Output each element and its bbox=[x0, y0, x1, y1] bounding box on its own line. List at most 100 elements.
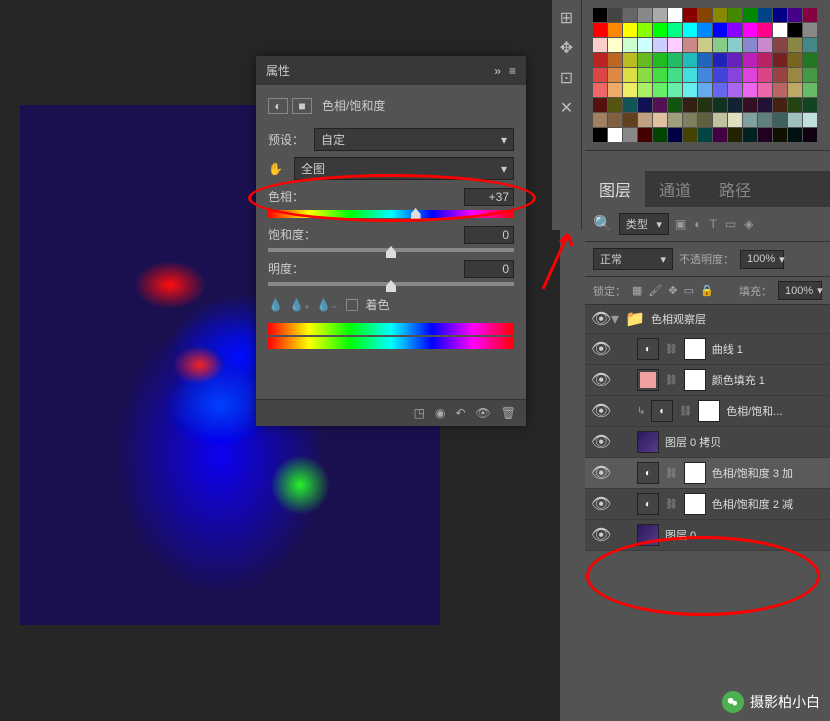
swatch[interactable] bbox=[773, 8, 787, 22]
swatch[interactable] bbox=[593, 53, 607, 67]
swatch[interactable] bbox=[758, 83, 772, 97]
swatch[interactable] bbox=[608, 23, 622, 37]
swatch[interactable] bbox=[698, 23, 712, 37]
visibility-icon[interactable]: 👁 bbox=[591, 432, 605, 452]
swatch[interactable] bbox=[593, 98, 607, 112]
swatch[interactable] bbox=[653, 38, 667, 52]
hue-range-bars[interactable] bbox=[268, 323, 514, 349]
swatch[interactable] bbox=[623, 113, 637, 127]
channel-dropdown[interactable]: 全图▾ bbox=[294, 157, 514, 180]
swatch[interactable] bbox=[683, 53, 697, 67]
swatch[interactable] bbox=[743, 113, 757, 127]
swatch[interactable] bbox=[623, 8, 637, 22]
swatch[interactable] bbox=[803, 53, 817, 67]
swatch[interactable] bbox=[668, 23, 682, 37]
swatch[interactable] bbox=[683, 68, 697, 82]
swatch[interactable] bbox=[713, 53, 727, 67]
adjustment-icon[interactable]: ◐ bbox=[268, 98, 288, 114]
swatch[interactable] bbox=[728, 128, 742, 142]
swatch[interactable] bbox=[788, 128, 802, 142]
swatch[interactable] bbox=[593, 38, 607, 52]
swatch[interactable] bbox=[773, 98, 787, 112]
swatch[interactable] bbox=[668, 113, 682, 127]
search-icon[interactable]: 🔍 bbox=[593, 214, 613, 234]
swatch[interactable] bbox=[713, 83, 727, 97]
swatch[interactable] bbox=[593, 113, 607, 127]
swatch[interactable] bbox=[623, 83, 637, 97]
swatch[interactable] bbox=[638, 53, 652, 67]
swatch[interactable] bbox=[803, 38, 817, 52]
filter-type-icon[interactable]: T bbox=[710, 217, 717, 231]
swatch[interactable] bbox=[653, 23, 667, 37]
swatch[interactable] bbox=[623, 53, 637, 67]
swatch[interactable] bbox=[668, 98, 682, 112]
swatch[interactable] bbox=[743, 68, 757, 82]
lock-position-icon[interactable]: ✥ bbox=[668, 284, 677, 297]
visibility-icon[interactable]: 👁 bbox=[591, 401, 605, 421]
lock-artboard-icon[interactable]: ▭ bbox=[684, 284, 694, 297]
swatch[interactable] bbox=[668, 38, 682, 52]
layer-name[interactable]: 色相观察层 bbox=[651, 311, 706, 327]
lock-all-icon[interactable]: 🔒 bbox=[700, 284, 714, 297]
layer-name[interactable]: 图层 0 拷贝 bbox=[665, 434, 721, 450]
swatch[interactable] bbox=[773, 68, 787, 82]
visibility-icon[interactable]: 👁 bbox=[591, 463, 605, 483]
tab-layers[interactable]: 图层 bbox=[585, 171, 645, 207]
tab-paths[interactable]: 路径 bbox=[705, 171, 765, 207]
swatch[interactable] bbox=[683, 38, 697, 52]
swatch[interactable] bbox=[803, 83, 817, 97]
swatch[interactable] bbox=[593, 68, 607, 82]
visibility-icon[interactable]: 👁 bbox=[591, 309, 605, 329]
panel-menu-icon[interactable]: ≡ bbox=[509, 64, 516, 78]
lightness-value[interactable]: 0 bbox=[464, 260, 514, 278]
layer-name[interactable]: 颜色填充 1 bbox=[712, 372, 765, 388]
swatch[interactable] bbox=[728, 8, 742, 22]
swatch[interactable] bbox=[683, 113, 697, 127]
swatch[interactable] bbox=[773, 23, 787, 37]
swatch[interactable] bbox=[773, 113, 787, 127]
swatch[interactable] bbox=[698, 83, 712, 97]
swatch[interactable] bbox=[593, 128, 607, 142]
swatch[interactable] bbox=[638, 23, 652, 37]
swatch[interactable] bbox=[638, 8, 652, 22]
swatch[interactable] bbox=[668, 68, 682, 82]
swatch[interactable] bbox=[593, 83, 607, 97]
swatch[interactable] bbox=[653, 128, 667, 142]
swatch[interactable] bbox=[758, 8, 772, 22]
layer-row[interactable]: 👁⛓颜色填充 1 bbox=[585, 365, 830, 396]
swatch[interactable] bbox=[758, 38, 772, 52]
swatch[interactable] bbox=[698, 113, 712, 127]
reset-icon[interactable]: ↶ bbox=[455, 406, 465, 420]
swatch[interactable] bbox=[608, 98, 622, 112]
swatch[interactable] bbox=[788, 38, 802, 52]
chevron-down-icon[interactable]: ▾ bbox=[611, 309, 619, 329]
lightness-slider[interactable] bbox=[268, 282, 514, 286]
move-icon[interactable]: ✥ bbox=[560, 38, 573, 58]
layer-name[interactable]: 曲线 1 bbox=[712, 341, 743, 357]
layer-row[interactable]: 👁◐⛓色相/饱和度 3 加 bbox=[585, 458, 830, 489]
swatch[interactable] bbox=[728, 113, 742, 127]
layer-row[interactable]: 👁 图层 0 拷贝 bbox=[585, 427, 830, 458]
swatch[interactable] bbox=[773, 38, 787, 52]
swatch[interactable] bbox=[803, 8, 817, 22]
swatch[interactable] bbox=[698, 8, 712, 22]
swatch[interactable] bbox=[803, 128, 817, 142]
eyedropper-icon[interactable]: 💧 bbox=[268, 298, 283, 312]
layer-name[interactable]: 图层 0 bbox=[665, 527, 696, 543]
swatch[interactable] bbox=[743, 98, 757, 112]
visibility-icon[interactable]: 👁 bbox=[591, 339, 605, 359]
colorize-checkbox[interactable] bbox=[346, 299, 358, 311]
swatch[interactable] bbox=[683, 8, 697, 22]
swatch[interactable] bbox=[653, 53, 667, 67]
swatch[interactable] bbox=[728, 53, 742, 67]
swatch[interactable] bbox=[698, 98, 712, 112]
visibility-icon[interactable]: 👁 bbox=[591, 370, 605, 390]
layer-row[interactable]: 👁 图层 0 bbox=[585, 520, 830, 551]
swatch[interactable] bbox=[773, 128, 787, 142]
swatch[interactable] bbox=[608, 8, 622, 22]
swatch[interactable] bbox=[623, 38, 637, 52]
swatch[interactable] bbox=[683, 128, 697, 142]
eyedropper-subtract-icon[interactable]: 💧₋ bbox=[316, 298, 337, 312]
visibility-icon[interactable]: 👁 bbox=[591, 525, 605, 545]
filter-dropdown[interactable]: 类型▾ bbox=[619, 213, 669, 235]
